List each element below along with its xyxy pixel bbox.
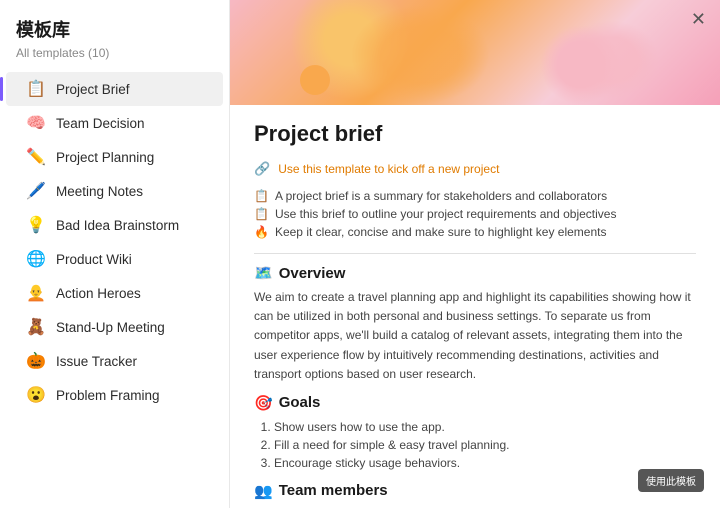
team-heading-text: Team members [279,482,388,499]
team-section: 👥 Team members ⊞ ↕ ··· NameRoleLocationC… [254,482,696,508]
hint-icon-2: 🔥 [254,225,269,239]
main-panel: ✕ Project brief 🔗 Use this template to k… [230,0,720,508]
sidebar-icon-product-wiki: 🌐 [26,249,46,269]
doc-title: Project brief [254,121,696,147]
sidebar-item-team-decision[interactable]: 🧠 Team Decision [6,106,223,140]
section-goals: 🎯 Goals Show users how to use the app.Fi… [254,394,696,472]
sidebar-item-standup-meeting[interactable]: 🧸 Stand-Up Meeting [6,310,223,344]
hint-main-icon: 🔗 [254,161,270,177]
sidebar-icon-issue-tracker: 🎃 [26,351,46,371]
goals-list: Show users how to use the app.Fill a nee… [254,418,696,472]
goals-title: Goals [279,394,321,411]
hint-icon-0: 📋 [254,189,269,203]
sidebar-item-problem-framing[interactable]: 😮 Problem Framing [6,378,223,412]
hint-icon-1: 📋 [254,207,269,221]
sidebar-item-issue-tracker[interactable]: 🎃 Issue Tracker [6,344,223,378]
overview-icon: 🗺️ [254,264,273,282]
hint-text-1: Use this brief to outline your project r… [275,207,617,221]
sidebar-icon-project-planning: ✏️ [26,147,46,167]
hint-text-2: Keep it clear, concise and make sure to … [275,225,607,239]
sidebar-item-bad-idea-brainstorm[interactable]: 💡 Bad Idea Brainstorm [6,208,223,242]
hints-list: 📋 A project brief is a summary for stakeh… [254,187,696,241]
sidebar-icon-bad-idea-brainstorm: 💡 [26,215,46,235]
sidebar-label-problem-framing: Problem Framing [56,388,160,403]
sidebar-item-meeting-notes[interactable]: 🖊️ Meeting Notes [6,174,223,208]
team-heading: 👥 Team members [254,482,696,500]
sidebar-item-project-planning[interactable]: ✏️ Project Planning [6,140,223,174]
sidebar-icon-problem-framing: 😮 [26,385,46,405]
goals-item-1: Fill a need for simple & easy travel pla… [274,436,696,454]
sidebar-label-action-heroes: Action Heroes [56,286,141,301]
goals-item-2: Encourage sticky usage behaviors. [274,454,696,472]
overview-title: Overview [279,265,346,282]
hint-main-text: Use this template to kick off a new proj… [278,162,499,176]
sidebar-label-project-brief: Project Brief [56,82,130,97]
hint-main-row: 🔗 Use this template to kick off a new pr… [254,161,696,177]
sidebar-label-project-planning: Project Planning [56,150,154,165]
overview-text: We aim to create a travel planning app a… [254,288,696,384]
sidebar-item-product-wiki[interactable]: 🌐 Product Wiki [6,242,223,276]
hint-item-2: 🔥 Keep it clear, concise and make sure to… [254,223,696,241]
sidebar: 模板库 All templates (10) 📋 Project Brief 🧠 Te… [0,0,230,508]
hero-image [230,0,720,105]
sidebar-item-action-heroes[interactable]: 🧑‍🦲 Action Heroes [6,276,223,310]
goals-icon: 🎯 [254,394,273,412]
section-overview: 🗺️ Overview We aim to create a travel pl… [254,264,696,384]
sidebar-icon-standup-meeting: 🧸 [26,317,46,337]
sidebar-label-team-decision: Team Decision [56,116,145,131]
overview-heading: 🗺️ Overview [254,264,696,282]
sidebar-label-bad-idea-brainstorm: Bad Idea Brainstorm [56,218,179,233]
sidebar-icon-project-brief: 📋 [26,79,46,99]
hint-text-0: A project brief is a summary for stakeho… [275,189,607,203]
close-button[interactable]: ✕ [691,10,706,28]
sidebar-label-product-wiki: Product Wiki [56,252,132,267]
sidebar-icon-meeting-notes: 🖊️ [26,181,46,201]
sidebar-subtitle: All templates (10) [0,46,229,72]
sidebar-title: 模板库 [0,16,229,46]
sidebar-label-meeting-notes: Meeting Notes [56,184,143,199]
sidebar-icon-team-decision: 🧠 [26,113,46,133]
hint-item-0: 📋 A project brief is a summary for stakeh… [254,187,696,205]
sidebar-item-project-brief[interactable]: 📋 Project Brief [6,72,223,106]
goals-item-0: Show users how to use the app. [274,418,696,436]
sidebar-label-issue-tracker: Issue Tracker [56,354,137,369]
content-area: Project brief 🔗 Use this template to kic… [230,105,720,508]
sidebar-label-standup-meeting: Stand-Up Meeting [56,320,165,335]
team-icon: 👥 [254,482,273,500]
hint-item-1: 📋 Use this brief to outline your project … [254,205,696,223]
sidebar-icon-action-heroes: 🧑‍🦲 [26,283,46,303]
goals-heading: 🎯 Goals [254,394,696,412]
